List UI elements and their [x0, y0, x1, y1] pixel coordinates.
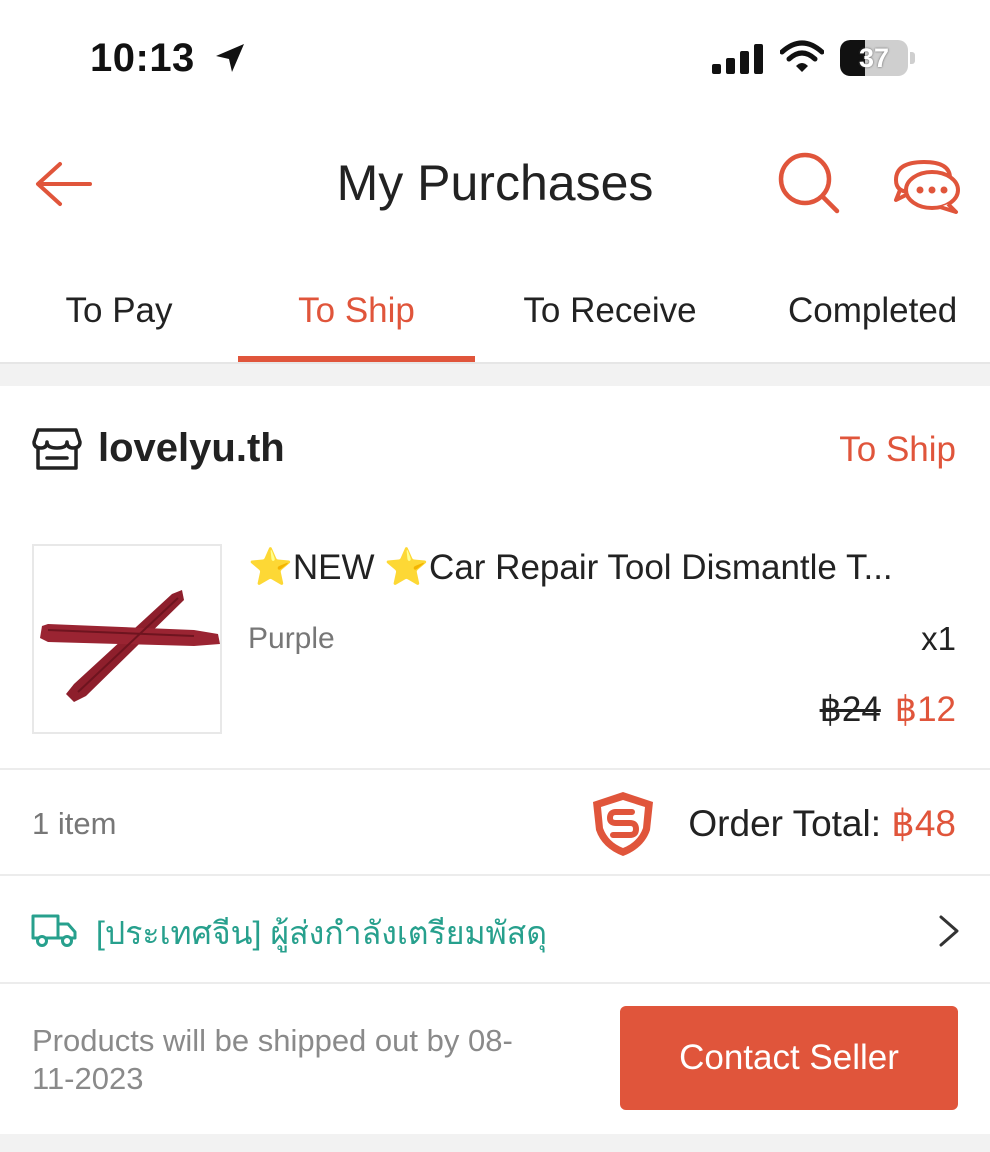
battery-indicator: 37: [840, 40, 916, 76]
chevron-right-icon[interactable]: [936, 914, 962, 948]
order-card[interactable]: lovelyu.th To Ship ⭐NEW ⭐Car Repair Tool…: [0, 386, 990, 1134]
battery-level: 37: [858, 43, 890, 73]
wifi-icon: [780, 40, 824, 72]
product-price: ฿24 ฿12: [820, 690, 956, 730]
search-icon[interactable]: [776, 150, 842, 216]
shipping-status-row[interactable]: [ประเทศจีน] ผู้ส่งกำลังเตรียมพัสดุ: [0, 876, 990, 984]
section-gap: [0, 364, 990, 386]
discounted-price: ฿12: [894, 690, 956, 729]
my-purchases-screen: 10:13 37 My Purchases To Pay To Ship To …: [0, 0, 990, 1152]
order-status-tabs: To Pay To Ship To Receive Completed: [0, 268, 990, 364]
order-status-label: To Ship: [839, 430, 956, 469]
star-icon: ⭐: [248, 546, 293, 587]
status-bar: 10:13 37: [0, 0, 990, 120]
product-variant: Purple: [248, 622, 335, 655]
tab-to-pay[interactable]: To Pay: [0, 268, 238, 364]
location-arrow-icon: [216, 44, 244, 72]
tab-to-ship[interactable]: To Ship: [238, 268, 475, 364]
item-count: 1 item: [32, 806, 117, 841]
shopee-guarantee-shield-icon: [593, 792, 653, 856]
product-name-part2: Car Repair Tool Dismantle T...: [429, 548, 893, 587]
order-total-row: 1 item Order Total: ฿48: [0, 770, 990, 876]
original-price: ฿24: [819, 690, 881, 729]
order-total: Order Total: ฿48: [688, 802, 956, 845]
product-name[interactable]: ⭐NEW ⭐Car Repair Tool Dismantle T...: [248, 546, 958, 588]
cellular-signal-icon: [712, 44, 763, 74]
product-name-part1: NEW: [292, 548, 385, 587]
app-header: My Purchases: [0, 130, 990, 240]
shop-header[interactable]: lovelyu.th To Ship: [0, 386, 990, 512]
order-total-label: Order Total:: [688, 803, 892, 844]
section-gap: [0, 1134, 990, 1152]
tab-completed[interactable]: Completed: [760, 268, 990, 364]
tab-to-receive[interactable]: To Receive: [475, 268, 745, 364]
shop-icon: [32, 428, 82, 470]
product-quantity: x1: [921, 620, 956, 657]
status-time: 10:13: [90, 36, 195, 80]
shop-name[interactable]: lovelyu.th: [98, 426, 285, 471]
contact-seller-button[interactable]: Contact Seller: [620, 1006, 958, 1110]
active-tab-indicator: [238, 356, 475, 362]
product-row[interactable]: ⭐NEW ⭐Car Repair Tool Dismantle T... Pur…: [0, 544, 990, 734]
star-icon: ⭐: [384, 546, 430, 587]
pry-tool-image: [40, 590, 220, 702]
chat-icon[interactable]: [890, 156, 962, 216]
shipping-status-text[interactable]: [ประเทศจีน] ผู้ส่งกำลังเตรียมพัสดุ: [96, 908, 547, 959]
order-total-amount: ฿48: [891, 803, 956, 844]
truck-icon: [31, 914, 77, 947]
order-footer: Products will be shipped out by 08-11-20…: [0, 984, 990, 1134]
ship-by-note: Products will be shipped out by 08-11-20…: [32, 1023, 513, 1096]
product-thumbnail[interactable]: [32, 544, 222, 734]
